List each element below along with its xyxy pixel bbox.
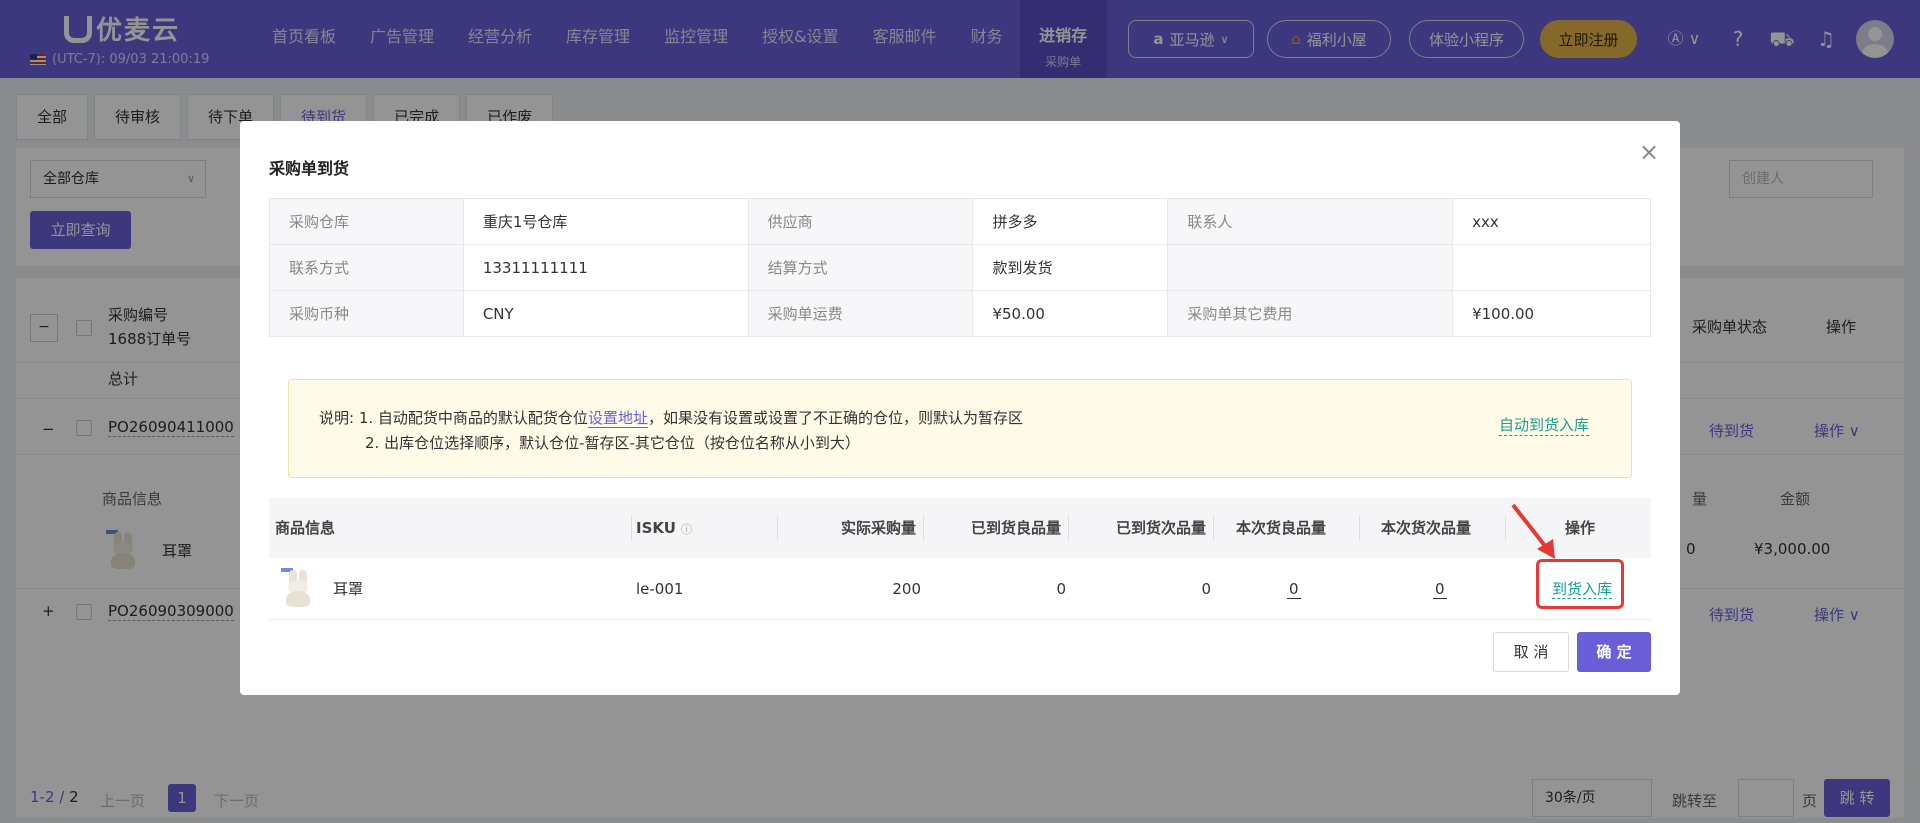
this-bad-value: 0 [1433, 580, 1447, 599]
product-thumbnail [281, 568, 315, 608]
column-divider [1359, 516, 1360, 540]
freight-label: 采购单运费 [747, 290, 974, 337]
notice-box: 说明: 1. 自动配货中商品的默认配货仓位设置地址，如果没有设置或设置了不正确的… [288, 379, 1632, 478]
auto-stock-in-link[interactable]: 自动到货入库 [1499, 414, 1590, 436]
set-address-link[interactable]: 设置地址 [587, 409, 648, 428]
cancel-button[interactable]: 取 消 [1493, 632, 1569, 672]
freight-value: ¥50.00 [972, 290, 1169, 337]
isku-value: le-001 [636, 580, 684, 598]
notice-line-1: 说明: 1. 自动配货中商品的默认配货仓位设置地址，如果没有设置或设置了不正确的… [319, 407, 1023, 428]
annotation-arrow-icon [1511, 503, 1555, 559]
column-divider [1068, 516, 1069, 540]
col-arrived-good: 已到货良品量 [971, 519, 1062, 537]
col-action: 操作 [1565, 519, 1596, 537]
other-fee-value: ¥100.00 [1452, 290, 1651, 337]
notice-line1-a: 1. 自动配货中商品的默认配货仓位 [358, 409, 588, 427]
product-name: 耳罩 [333, 580, 364, 598]
this-good-value: 0 [1287, 580, 1301, 599]
this-good-input[interactable]: 0 [1287, 558, 1301, 620]
settle-value: 款到发货 [972, 244, 1169, 291]
col-arrived-bad: 已到货次品量 [1116, 519, 1207, 537]
col-isku-label: ISKU [636, 519, 676, 537]
warehouse-value: 重庆1号仓库 [462, 198, 749, 245]
currency-label: 采购币种 [269, 290, 464, 337]
supplier-label: 供应商 [747, 198, 974, 245]
warehouse-label: 采购仓库 [269, 198, 464, 245]
col-product-info: 商品信息 [275, 519, 336, 537]
arrival-modal: 采购单到货 × 采购仓库 重庆1号仓库 供应商 拼多多 联系人 xxx 联系方式… [240, 121, 1680, 695]
column-divider [777, 516, 778, 540]
modal-title: 采购单到货 [269, 159, 350, 178]
contact-label: 联系人 [1167, 198, 1454, 245]
other-fee-label: 采购单其它费用 [1167, 290, 1454, 337]
settle-label: 结算方式 [747, 244, 974, 291]
col-actual-qty: 实际采购量 [841, 519, 917, 537]
empty-label [1167, 244, 1454, 291]
column-divider [1505, 516, 1506, 540]
empty-value [1452, 244, 1651, 291]
arrival-grid-header: 商品信息 ISKU ⓘ 实际采购量 已到货良品量 已到货次品量 本次货良品量 本… [269, 498, 1651, 558]
col-isku: ISKU ⓘ [636, 498, 692, 560]
phone-label: 联系方式 [269, 244, 464, 291]
currency-value: CNY [462, 290, 749, 337]
phone-value: 13311111111 [462, 244, 749, 291]
column-divider [631, 516, 632, 540]
notice-line-2: 2. 出库仓位选择顺序，默认仓位-暂存区-其它仓位（按仓位名称从小到大） [365, 434, 860, 452]
close-icon[interactable]: × [1638, 140, 1660, 164]
col-this-good: 本次货良品量 [1236, 519, 1327, 537]
col-this-bad: 本次货次品量 [1381, 519, 1472, 537]
this-bad-input[interactable]: 0 [1433, 558, 1447, 620]
arrival-grid-row: 耳罩 le-001 200 0 0 0 0 到货入库 [269, 558, 1651, 620]
notice-prefix: 说明: [319, 409, 355, 427]
column-divider [1213, 516, 1214, 540]
highlight-box [1536, 559, 1624, 609]
arrived-bad-value: 0 [1201, 580, 1211, 598]
column-divider [923, 516, 924, 540]
confirm-button[interactable]: 确 定 [1577, 632, 1651, 672]
info-circle-icon[interactable]: ⓘ [681, 523, 692, 536]
actual-qty-value: 200 [892, 580, 921, 598]
po-info-table: 采购仓库 重庆1号仓库 供应商 拼多多 联系人 xxx 联系方式 1331111… [269, 198, 1651, 337]
arrived-good-value: 0 [1056, 580, 1066, 598]
contact-value: xxx [1452, 198, 1651, 245]
notice-line1-b: ，如果没有设置或设置了不正确的仓位，则默认为暂存区 [647, 409, 1023, 427]
supplier-value: 拼多多 [972, 198, 1169, 245]
